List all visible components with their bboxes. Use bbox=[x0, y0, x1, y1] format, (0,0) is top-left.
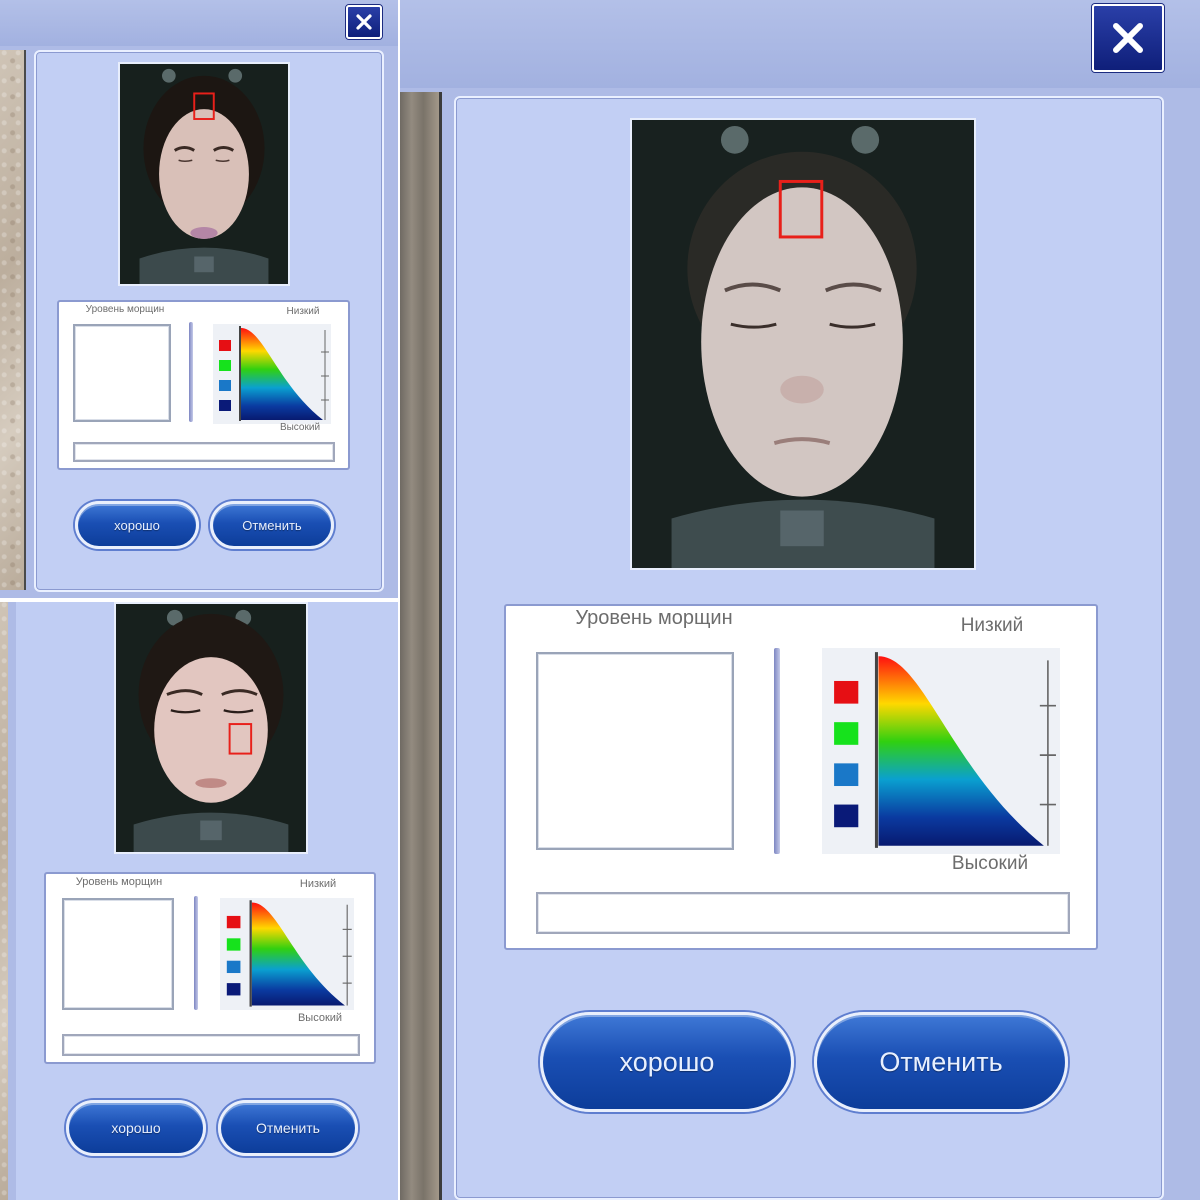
wrinkle-thumbnail bbox=[62, 898, 174, 1010]
low-label: Низкий bbox=[299, 878, 337, 890]
wrinkle-level-label: Уровень морщин bbox=[75, 876, 163, 888]
swatch-green bbox=[834, 722, 859, 745]
swatch-navy bbox=[834, 804, 859, 828]
cancel-button[interactable]: Отменить bbox=[218, 1100, 358, 1156]
high-label: Высокий bbox=[951, 853, 1029, 874]
wrinkle-info-card: Уровень морщин Низкий Высокий bbox=[504, 604, 1098, 950]
ok-button[interactable]: хорошо bbox=[66, 1100, 206, 1156]
swatch-blue bbox=[834, 763, 859, 787]
swatch-red bbox=[226, 915, 241, 929]
close-button[interactable] bbox=[1092, 4, 1164, 72]
result-bar bbox=[73, 442, 335, 462]
swatch-navy bbox=[219, 400, 231, 411]
dialog-titlebar bbox=[400, 0, 1200, 88]
wrinkle-info-card: Уровень морщин Низкий Высокий bbox=[57, 300, 350, 470]
background-texture bbox=[400, 92, 442, 1200]
swatch-green bbox=[226, 938, 241, 951]
wrinkle-level-label: Уровень морщин bbox=[85, 304, 165, 315]
panel-bottom-left: Уровень морщин Низкий Высокий хорошо Отм… bbox=[0, 602, 398, 1200]
wrinkle-info-card: Уровень морщин Низкий Высокий bbox=[44, 872, 376, 1064]
face-photo[interactable] bbox=[114, 602, 308, 854]
wrinkle-level-label: Уровень морщин bbox=[575, 607, 733, 629]
wrinkle-scale-graphic bbox=[220, 898, 354, 1010]
background-texture bbox=[0, 602, 8, 1200]
swatch-red bbox=[219, 340, 231, 351]
divider bbox=[194, 896, 198, 1010]
swatch-blue bbox=[219, 380, 231, 391]
wrinkle-thumbnail bbox=[73, 324, 171, 422]
ok-button[interactable]: хорошо bbox=[540, 1012, 794, 1112]
swatch-red bbox=[834, 680, 859, 704]
panel-right: Уровень морщин Низкий Высокий хорошо Отм… bbox=[400, 0, 1200, 1200]
wrinkle-scale-graphic bbox=[822, 648, 1060, 854]
wrinkle-scale bbox=[213, 324, 331, 424]
face-photo[interactable] bbox=[630, 118, 976, 570]
close-button[interactable] bbox=[346, 5, 382, 39]
result-bar bbox=[62, 1034, 360, 1056]
ok-button[interactable]: хорошо bbox=[75, 501, 199, 549]
swatch-blue bbox=[226, 960, 241, 974]
close-icon bbox=[356, 14, 372, 30]
screenshot-collage: Уровень морщин Низкий Высокий хорошо Отм… bbox=[0, 0, 1200, 1200]
swatch-navy bbox=[226, 983, 241, 996]
divider bbox=[774, 648, 780, 854]
close-icon bbox=[1113, 23, 1143, 53]
wrinkle-scale bbox=[220, 898, 354, 1010]
wrinkle-scale-graphic bbox=[213, 324, 331, 424]
wrinkle-thumbnail bbox=[536, 652, 734, 850]
panel-top-left: Уровень морщин Низкий Высокий хорошо Отм… bbox=[0, 0, 398, 598]
cancel-button[interactable]: Отменить bbox=[814, 1012, 1068, 1112]
high-label: Высокий bbox=[297, 1012, 343, 1024]
low-label: Низкий bbox=[286, 306, 320, 317]
low-label: Низкий bbox=[960, 615, 1024, 636]
dialog-titlebar bbox=[0, 0, 398, 46]
wrinkle-scale bbox=[822, 648, 1060, 854]
face-photo[interactable] bbox=[118, 62, 290, 286]
high-label: Высокий bbox=[279, 422, 321, 433]
swatch-green bbox=[219, 360, 231, 371]
result-bar bbox=[536, 892, 1070, 934]
background-texture bbox=[0, 50, 26, 590]
divider bbox=[189, 322, 193, 422]
cancel-button[interactable]: Отменить bbox=[210, 501, 334, 549]
